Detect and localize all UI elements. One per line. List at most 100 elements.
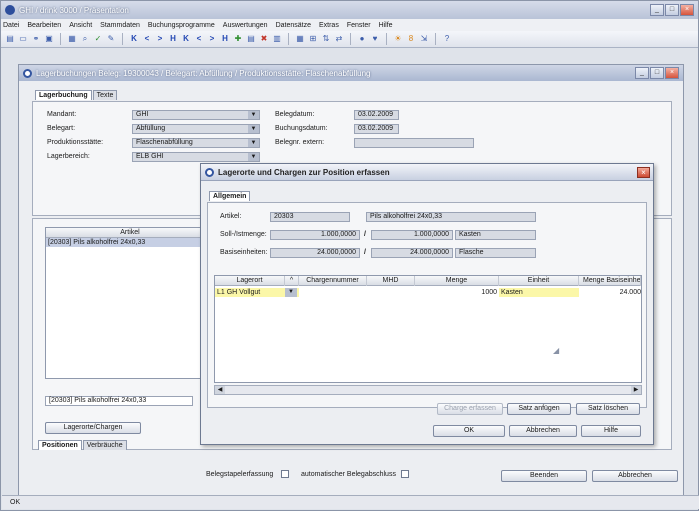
check-icon[interactable]: ✓ (93, 34, 103, 44)
sort-icon[interactable]: ⇅ (321, 34, 331, 44)
menu-extras[interactable]: Extras (319, 22, 339, 29)
export-icon[interactable]: ⇲ (419, 34, 429, 44)
grid-header-chargennummer[interactable]: Chargennummer (299, 276, 367, 286)
next-record-icon[interactable]: > (155, 34, 165, 44)
charge-erfassen-button[interactable]: Charge erfassen (437, 403, 503, 415)
edit-record-icon[interactable]: ▤ (246, 34, 256, 44)
filter-icon[interactable]: ⊞ (308, 34, 318, 44)
sort-ascending-icon[interactable]: ^ (285, 276, 299, 286)
search-icon[interactable]: ⌕ (80, 34, 90, 44)
main-toolbar: ▤ ▭ ⚭ ▣ ▦ ⌕ ✓ ✎ K < > H K < > H ✚ ▤ ✖ ▥ … (1, 31, 698, 48)
chevron-down-icon[interactable]: ▼ (248, 111, 259, 119)
menu-fenster[interactable]: Fenster (347, 22, 371, 29)
lagerbereich-select[interactable]: ELB GHI ▼ (132, 152, 260, 162)
buchungsdatum-field[interactable]: 03.02.2009 (354, 124, 399, 134)
beenden-button[interactable]: Beenden (501, 470, 587, 482)
dialog-abbrechen-button[interactable]: Abbrechen (509, 425, 577, 437)
previous-page-icon[interactable]: < (194, 34, 204, 44)
satz-anfuegen-button[interactable]: Satz anfügen (507, 403, 571, 415)
light-icon[interactable]: ☀ (393, 34, 403, 44)
tab-positionen[interactable]: Positionen (38, 440, 82, 450)
lagerorte-chargen-dialog: Lagerorte und Chargen zur Position erfas… (200, 163, 654, 445)
istmenge-field: 1.000,0000 (371, 230, 453, 240)
belegdatum-field[interactable]: 03.02.2009 (354, 110, 399, 120)
chevron-down-icon[interactable]: ▼ (248, 125, 259, 133)
last-record-icon[interactable]: H (168, 34, 178, 44)
lagerorte-grid[interactable]: Lagerort ^ Chargennummer MHD Menge Einhe… (214, 275, 642, 383)
user-icon[interactable]: ● (357, 34, 367, 44)
new-doc-icon[interactable]: ▤ (5, 34, 15, 44)
belegnr-extern-field[interactable] (354, 138, 474, 148)
grid-header-menge-basis[interactable]: Menge Basiseinheit (579, 276, 641, 286)
settings-icon[interactable]: ✎ (106, 34, 116, 44)
mandant-select[interactable]: GHI ▼ (132, 110, 260, 120)
grid-cell-lagerort[interactable]: L1 GH Vollgut (217, 288, 283, 297)
lagerorte-chargen-button[interactable]: Lagerorte/Chargen (45, 422, 141, 434)
group-icon[interactable]: ♥ (370, 34, 380, 44)
menu-auswertungen[interactable]: Auswertungen (223, 22, 268, 29)
chevron-down-icon[interactable]: ▼ (248, 153, 259, 161)
minimize-button[interactable]: _ (650, 4, 664, 16)
next-page-icon[interactable]: > (207, 34, 217, 44)
auto-belegabschluss-checkbox[interactable] (401, 470, 409, 478)
menu-datei[interactable]: Datei (3, 22, 19, 29)
chevron-down-icon[interactable]: ▼ (285, 288, 297, 297)
artikel-list[interactable]: Artikel [20303] Pils alkoholfrei 24x0,33 (45, 227, 215, 379)
child-close-button[interactable]: × (665, 67, 679, 79)
chevron-down-icon[interactable]: ▼ (248, 139, 259, 147)
refresh-icon[interactable]: ▥ (272, 34, 282, 44)
link-icon[interactable]: ⚭ (31, 34, 41, 44)
transfer-icon[interactable]: ⇄ (334, 34, 344, 44)
tab-texte[interactable]: Texte (92, 90, 118, 100)
menu-stammdaten[interactable]: Stammdaten (100, 22, 140, 29)
menu-bearbeiten[interactable]: Bearbeiten (27, 22, 61, 29)
menu-ansicht[interactable]: Ansicht (69, 22, 92, 29)
maximize-button[interactable]: □ (665, 4, 679, 16)
scroll-left-icon[interactable]: ◀ (215, 386, 225, 394)
menu-buchungsprogramme[interactable]: Buchungsprogramme (148, 22, 215, 29)
soll-istmenge-label: Soll-/Istmenge: (220, 231, 267, 238)
first-page-icon[interactable]: K (181, 34, 191, 44)
list-item[interactable]: [20303] Pils alkoholfrei 24x0,33 (46, 238, 214, 247)
produktionsstaette-select[interactable]: Flaschenabfüllung ▼ (132, 138, 260, 148)
dialog-close-button[interactable]: × (637, 167, 650, 178)
grid-horizontal-scrollbar[interactable]: ◀ ▶ (214, 385, 642, 395)
grid-header-einheit[interactable]: Einheit (499, 276, 579, 286)
grid-header-lagerort[interactable]: Lagerort (215, 276, 285, 286)
tab-allgemein[interactable]: Allgemein (209, 191, 251, 201)
belegstapel-checkbox[interactable] (281, 470, 289, 478)
menu-hilfe[interactable]: Hilfe (379, 22, 393, 29)
grid-header-menge[interactable]: Menge (415, 276, 499, 286)
tab-verbraeuche[interactable]: Verbräuche (82, 440, 127, 450)
grid-cell-menge-basis[interactable]: 24.000 (579, 288, 641, 297)
ok-button[interactable]: OK (433, 425, 505, 437)
report-icon[interactable]: 8 (406, 34, 416, 44)
soll-ist-separator: / (364, 231, 366, 238)
grid-cell-menge[interactable]: 1000 (415, 288, 497, 297)
menu-datensaetze[interactable]: Datensätze (276, 22, 311, 29)
first-record-icon[interactable]: K (129, 34, 139, 44)
save-icon[interactable]: ▣ (44, 34, 54, 44)
scroll-right-icon[interactable]: ▶ (631, 386, 641, 394)
child-minimize-button[interactable]: _ (635, 67, 649, 79)
grid-header-mhd[interactable]: MHD (367, 276, 415, 286)
delete-record-icon[interactable]: ✖ (259, 34, 269, 44)
selected-artikel-field[interactable]: [20303] Pils alkoholfrei 24x0,33 (45, 396, 193, 406)
add-record-icon[interactable]: ✚ (233, 34, 243, 44)
help-icon[interactable]: ? (442, 34, 452, 44)
grid-cell-einheit[interactable]: Kasten (499, 288, 579, 297)
basis-separator: / (364, 249, 366, 256)
last-page-icon[interactable]: H (220, 34, 230, 44)
belegart-select[interactable]: Abfüllung ▼ (132, 124, 260, 134)
hilfe-button[interactable]: Hilfe (581, 425, 641, 437)
close-button[interactable]: × (680, 4, 694, 16)
tab-lagerbuchung[interactable]: Lagerbuchung (35, 90, 92, 100)
satz-loeschen-button[interactable]: Satz löschen (576, 403, 640, 415)
child-maximize-button[interactable]: □ (650, 67, 664, 79)
open-folder-icon[interactable]: ▭ (18, 34, 28, 44)
previous-record-icon[interactable]: < (142, 34, 152, 44)
artikel-column-header[interactable]: Artikel (46, 228, 214, 238)
print-icon[interactable]: ▦ (67, 34, 77, 44)
abbrechen-button[interactable]: Abbrechen (592, 470, 678, 482)
calendar-icon[interactable]: ▦ (295, 34, 305, 44)
